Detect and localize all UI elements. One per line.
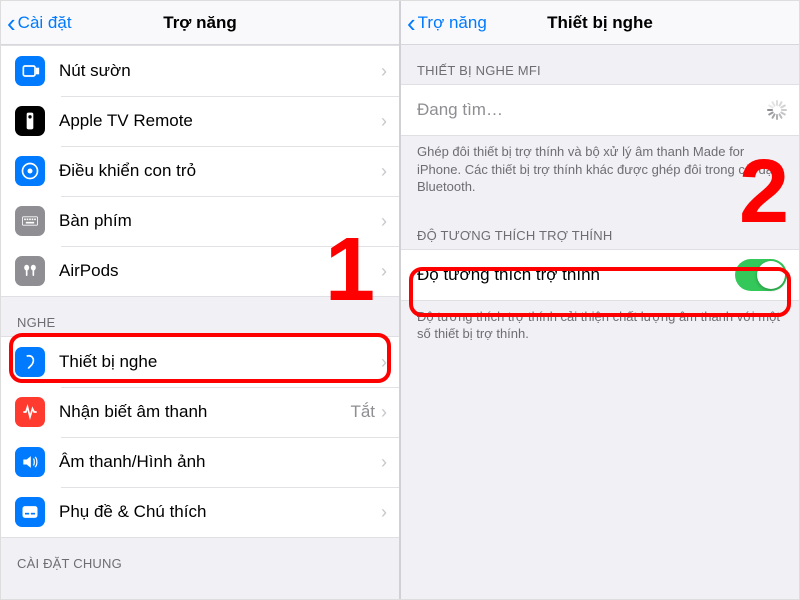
row-side-button[interactable]: Nút sườn › <box>1 46 399 96</box>
speaker-icon <box>15 447 45 477</box>
chevron-right-icon: › <box>381 111 387 132</box>
compat-toggle[interactable] <box>735 259 787 291</box>
chevron-right-icon: › <box>381 161 387 182</box>
row-pointer-control[interactable]: Điều khiển con trỏ › <box>1 146 399 196</box>
section-header-general: CÀI ĐẶT CHUNG <box>1 538 399 577</box>
row-label: Phụ đề & Chú thích <box>59 502 381 522</box>
mfi-group: Đang tìm… <box>401 84 799 136</box>
mfi-footer: Ghép đôi thiết bị trợ thính và bộ xử lý … <box>401 136 799 210</box>
chevron-right-icon: › <box>381 502 387 523</box>
searching-label: Đang tìm… <box>417 100 767 120</box>
row-subtitles[interactable]: Phụ đề & Chú thích › <box>1 487 399 537</box>
row-label: Âm thanh/Hình ảnh <box>59 452 381 472</box>
back-label: Cài đặt <box>18 13 72 33</box>
row-label: AirPods <box>59 261 381 281</box>
subtitles-icon <box>15 497 45 527</box>
accessibility-pane: ‹ Cài đặt Trợ năng Nút sườn › Apple TV R… <box>1 1 399 599</box>
compat-footer: Độ tương thích trợ thính cải thiện chất … <box>401 301 799 357</box>
physical-group: Nút sườn › Apple TV Remote › Điều khiển … <box>1 45 399 297</box>
row-airpods[interactable]: AirPods › <box>1 246 399 296</box>
row-audio-visual[interactable]: Âm thanh/Hình ảnh › <box>1 437 399 487</box>
back-button[interactable]: ‹ Cài đặt <box>1 10 72 36</box>
pointer-icon <box>15 156 45 186</box>
sound-recognition-icon <box>15 397 45 427</box>
nav-header: ‹ Cài đặt Trợ năng <box>1 1 399 45</box>
chevron-right-icon: › <box>381 261 387 282</box>
hearing-group: Thiết bị nghe › Nhận biết âm thanh Tắt ›… <box>1 336 399 538</box>
airpods-icon <box>15 256 45 286</box>
compat-group: Độ tương thích trợ thính <box>401 249 799 301</box>
row-searching: Đang tìm… <box>401 85 799 135</box>
back-button[interactable]: ‹ Trợ năng <box>401 10 487 36</box>
side-button-icon <box>15 56 45 86</box>
chevron-left-icon: ‹ <box>7 10 16 36</box>
row-label: Apple TV Remote <box>59 111 381 131</box>
row-label: Điều khiển con trỏ <box>59 161 381 181</box>
row-detail: Tắt <box>350 402 375 422</box>
row-label: Nút sườn <box>59 61 381 81</box>
ear-icon <box>15 347 45 377</box>
spinner-icon <box>767 100 787 120</box>
chevron-right-icon: › <box>381 402 387 423</box>
keyboard-icon <box>15 206 45 236</box>
chevron-right-icon: › <box>381 452 387 473</box>
row-keyboard[interactable]: Bàn phím › <box>1 196 399 246</box>
row-hearing-devices[interactable]: Thiết bị nghe › <box>1 337 399 387</box>
back-label: Trợ năng <box>418 13 487 33</box>
row-sound-recognition[interactable]: Nhận biết âm thanh Tắt › <box>1 387 399 437</box>
section-header-compat: ĐỘ TƯƠNG THÍCH TRỢ THÍNH <box>401 210 799 249</box>
row-appletv-remote[interactable]: Apple TV Remote › <box>1 96 399 146</box>
remote-icon <box>15 106 45 136</box>
chevron-left-icon: ‹ <box>407 10 416 36</box>
row-hearing-aid-compat[interactable]: Độ tương thích trợ thính <box>401 250 799 300</box>
chevron-right-icon: › <box>381 352 387 373</box>
hearing-devices-pane: ‹ Trợ năng Thiết bị nghe THIẾT BỊ NGHE M… <box>401 1 799 599</box>
row-label: Thiết bị nghe <box>59 352 381 372</box>
section-header-hearing: NGHE <box>1 297 399 336</box>
row-label: Độ tương thích trợ thính <box>417 265 735 285</box>
chevron-right-icon: › <box>381 211 387 232</box>
row-label: Nhận biết âm thanh <box>59 402 350 422</box>
row-label: Bàn phím <box>59 211 381 231</box>
nav-header: ‹ Trợ năng Thiết bị nghe <box>401 1 799 45</box>
section-header-mfi: THIẾT BỊ NGHE MFI <box>401 45 799 84</box>
chevron-right-icon: › <box>381 61 387 82</box>
